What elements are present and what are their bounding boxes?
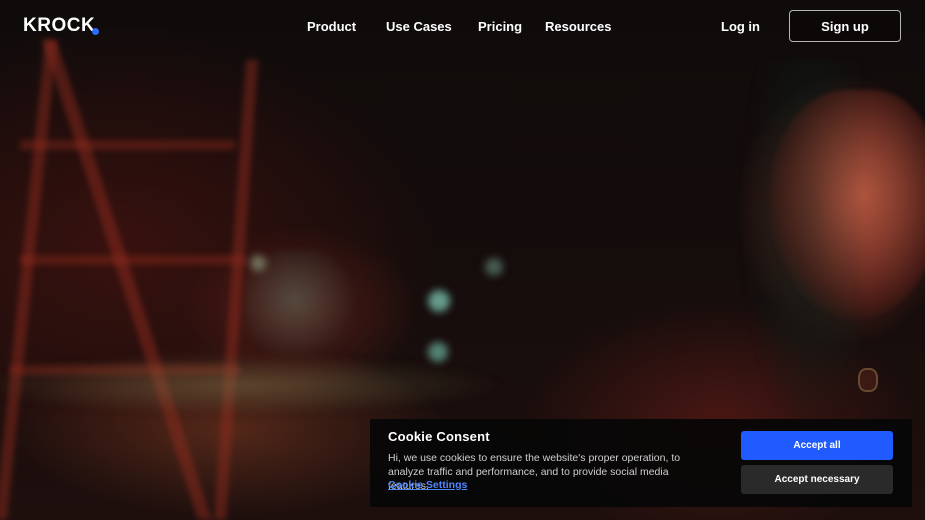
ladder-rung [20, 140, 235, 150]
cookie-consent-banner: Cookie Consent Hi, we use cookies to ens… [370, 419, 912, 507]
ladder-rung [20, 255, 245, 265]
ladder-rail [42, 40, 212, 520]
top-navigation: KROCK Product Use Cases Pricing Resource… [0, 0, 925, 52]
logo-dot-icon [92, 28, 99, 35]
bokeh-light [250, 255, 266, 271]
accept-necessary-button[interactable]: Accept necessary [741, 465, 893, 494]
cookie-title: Cookie Consent [388, 429, 490, 444]
bokeh-light [485, 258, 503, 276]
pendant-shape [858, 368, 878, 392]
ladder-rail [0, 40, 58, 520]
bokeh-light [428, 342, 448, 362]
signup-button[interactable]: Sign up [789, 10, 901, 42]
nav-link-pricing[interactable]: Pricing [478, 19, 522, 34]
logo[interactable]: KROCK [23, 15, 95, 37]
nav-link-resources[interactable]: Resources [545, 19, 611, 34]
cymbal-shape [0, 355, 500, 415]
nav-link-product[interactable]: Product [307, 19, 356, 34]
bokeh-light [428, 290, 450, 312]
cookie-settings-link[interactable]: Cookie Settings [388, 479, 467, 491]
accept-all-button[interactable]: Accept all [741, 431, 893, 460]
login-link[interactable]: Log in [721, 19, 760, 34]
nav-link-use-cases[interactable]: Use Cases [386, 19, 452, 34]
